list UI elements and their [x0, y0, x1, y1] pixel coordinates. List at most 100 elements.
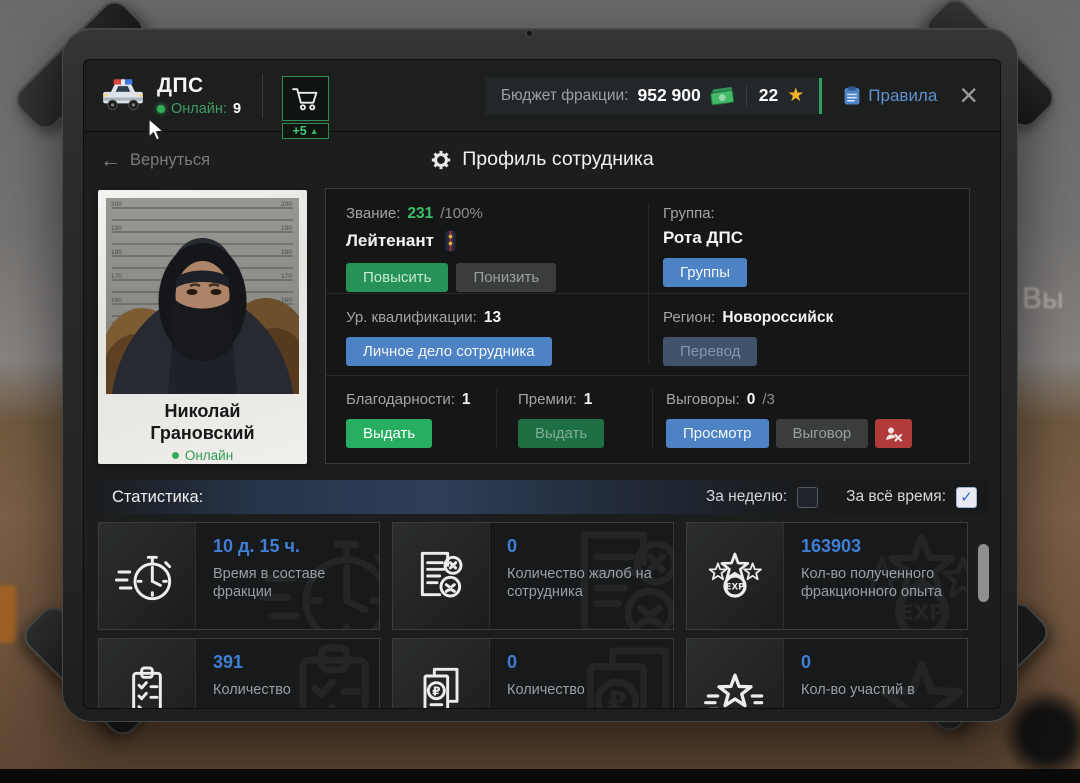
close-button[interactable]: ×: [959, 83, 978, 109]
reprimands-max: /3: [762, 391, 775, 408]
stat-label: Кол-во полученного фракционного опыта: [801, 565, 967, 601]
epaulette-icon: [443, 229, 458, 253]
region-label: Регион:: [663, 309, 715, 326]
statistics-title: Статистика:: [112, 488, 203, 507]
police-car-icon: [100, 78, 146, 114]
svg-text:190: 190: [111, 225, 122, 232]
group-value: Рота ДПС: [663, 228, 743, 248]
rank-max: /100%: [440, 205, 483, 222]
dossier-button[interactable]: Личное дело сотрудника: [346, 337, 552, 366]
bonus-section: Премии: 1 Выдать: [518, 391, 604, 448]
stopwatch-icon: [115, 544, 179, 608]
cart-badge-arrow-icon: ▲: [310, 126, 319, 136]
give-bonus-button[interactable]: Выдать: [518, 419, 604, 448]
online-count: 9: [233, 101, 241, 117]
svg-text:170: 170: [111, 273, 122, 280]
mouse-cursor: [148, 118, 165, 142]
stat-value: 163903: [801, 536, 967, 557]
stat-value: 0: [507, 652, 673, 673]
promote-button[interactable]: Повысить: [346, 263, 448, 292]
stat-card-tasks: 391 Количество: [98, 638, 380, 709]
svg-text:160: 160: [111, 297, 122, 304]
online-label: Онлайн:: [171, 101, 227, 117]
stat-label: Кол-во участий в: [801, 681, 967, 699]
rank-name: Лейтенант: [346, 231, 434, 251]
region-section: Регион: Новороссийск Перевод: [663, 309, 833, 366]
tablet-frame: EXP: [62, 28, 1018, 722]
faction-brand: ДПС Онлайн: 9: [100, 74, 241, 117]
reprimands-section: Выговоры: 0 /3 Просмотр Выговор: [666, 391, 912, 448]
budget-value: 952 900: [638, 85, 701, 106]
exp-stars-icon: [703, 544, 767, 608]
fire-employee-button[interactable]: [875, 419, 912, 448]
page-title: Профиль сотрудника: [84, 148, 1000, 171]
alltime-checkbox[interactable]: ✓: [956, 487, 977, 508]
stat-label: Время в составе фракции: [213, 565, 379, 601]
qualification-section: Ур. квалификации: 13 Личное дело сотрудн…: [346, 309, 552, 366]
budget-divider: [746, 86, 747, 106]
page-title-text: Профиль сотрудника: [462, 148, 654, 171]
reprimands-value: 0: [747, 391, 756, 409]
stat-card-complaints: 0 Количество жалоб на сотрудника: [392, 522, 674, 630]
background-object: [0, 585, 16, 643]
scrollbar-thumb[interactable]: [978, 544, 989, 602]
stat-value: 10 д. 15 ч.: [213, 536, 379, 557]
stat-value: 0: [801, 652, 967, 673]
give-reprimand-button[interactable]: Выговор: [776, 419, 869, 448]
qualification-value: 13: [484, 309, 501, 327]
rules-button[interactable]: Правила: [844, 86, 937, 106]
stat-card-participations: 0 Кол-во участий в: [686, 638, 968, 709]
ruble-documents-icon: [409, 660, 473, 709]
tablet-screen: EXP: [83, 59, 1001, 709]
participation-star-icon: [703, 660, 767, 709]
group-label: Группа:: [663, 205, 715, 222]
stat-label: Количество: [507, 681, 673, 699]
give-thanks-button[interactable]: Выдать: [346, 419, 432, 448]
online-dot-icon: [157, 105, 165, 113]
employee-name: Николай Грановский: [106, 401, 299, 444]
demote-button[interactable]: Понизить: [456, 263, 556, 292]
background-game-text: Вы: [1022, 282, 1064, 316]
faction-name: ДПС: [157, 74, 241, 98]
reprimands-label: Выговоры:: [666, 391, 740, 408]
budget-label: Бюджет фракции:: [501, 87, 629, 105]
employee-online-status: Онлайн: [106, 448, 299, 463]
bonus-value: 1: [584, 391, 593, 409]
money-icon: [710, 87, 734, 105]
groups-button[interactable]: Группы: [663, 258, 747, 287]
cart-badge-count: +5: [292, 124, 306, 138]
employee-mugshot-photo: 200200 190190 180180 170170 160160 15015…: [106, 198, 299, 394]
transfer-button[interactable]: Перевод: [663, 337, 757, 366]
svg-text:190: 190: [281, 225, 292, 232]
stat-label: Количество жалоб на сотрудника: [507, 565, 673, 601]
svg-text:200: 200: [281, 201, 292, 208]
view-reprimands-button[interactable]: Просмотр: [666, 419, 769, 448]
tablet-camera: [525, 29, 534, 38]
thanks-label: Благодарности:: [346, 391, 455, 408]
bonus-label: Премии:: [518, 391, 577, 408]
cart-badge: +5 ▲: [282, 123, 329, 139]
employee-profile-panel: Звание: 231 /100% Лейтенант: [325, 188, 970, 464]
rules-label: Правила: [868, 86, 937, 106]
gear-icon: [430, 149, 452, 171]
rank-points: 231: [407, 205, 433, 223]
employee-photo-card: 200200 190190 180180 170170 160160 15015…: [98, 190, 307, 464]
bottom-letterbox-bar: [0, 769, 1080, 783]
week-checkbox[interactable]: [797, 487, 818, 508]
region-value: Новороссийск: [722, 309, 833, 327]
person-x-icon: [885, 426, 903, 442]
svg-text:200: 200: [111, 201, 122, 208]
nav-row: ← Вернуться Профиль сотрудника: [84, 148, 1000, 178]
online-status: Онлайн: 9: [157, 101, 241, 117]
shop-cart-button[interactable]: +5 ▲: [282, 76, 329, 139]
svg-text:180: 180: [281, 249, 292, 256]
thanks-value: 1: [462, 391, 471, 409]
stat-value: 0: [507, 536, 673, 557]
stat-value: 391: [213, 652, 379, 673]
budget-box: Бюджет фракции: 952 900 22 ★: [485, 78, 822, 114]
rank-label: Звание:: [346, 205, 400, 222]
group-section: Группа: Рота ДПС Группы: [663, 205, 747, 287]
thanks-section: Благодарности: 1 Выдать: [346, 391, 471, 448]
cart-icon: [292, 86, 319, 111]
stat-label: Количество: [213, 681, 379, 699]
